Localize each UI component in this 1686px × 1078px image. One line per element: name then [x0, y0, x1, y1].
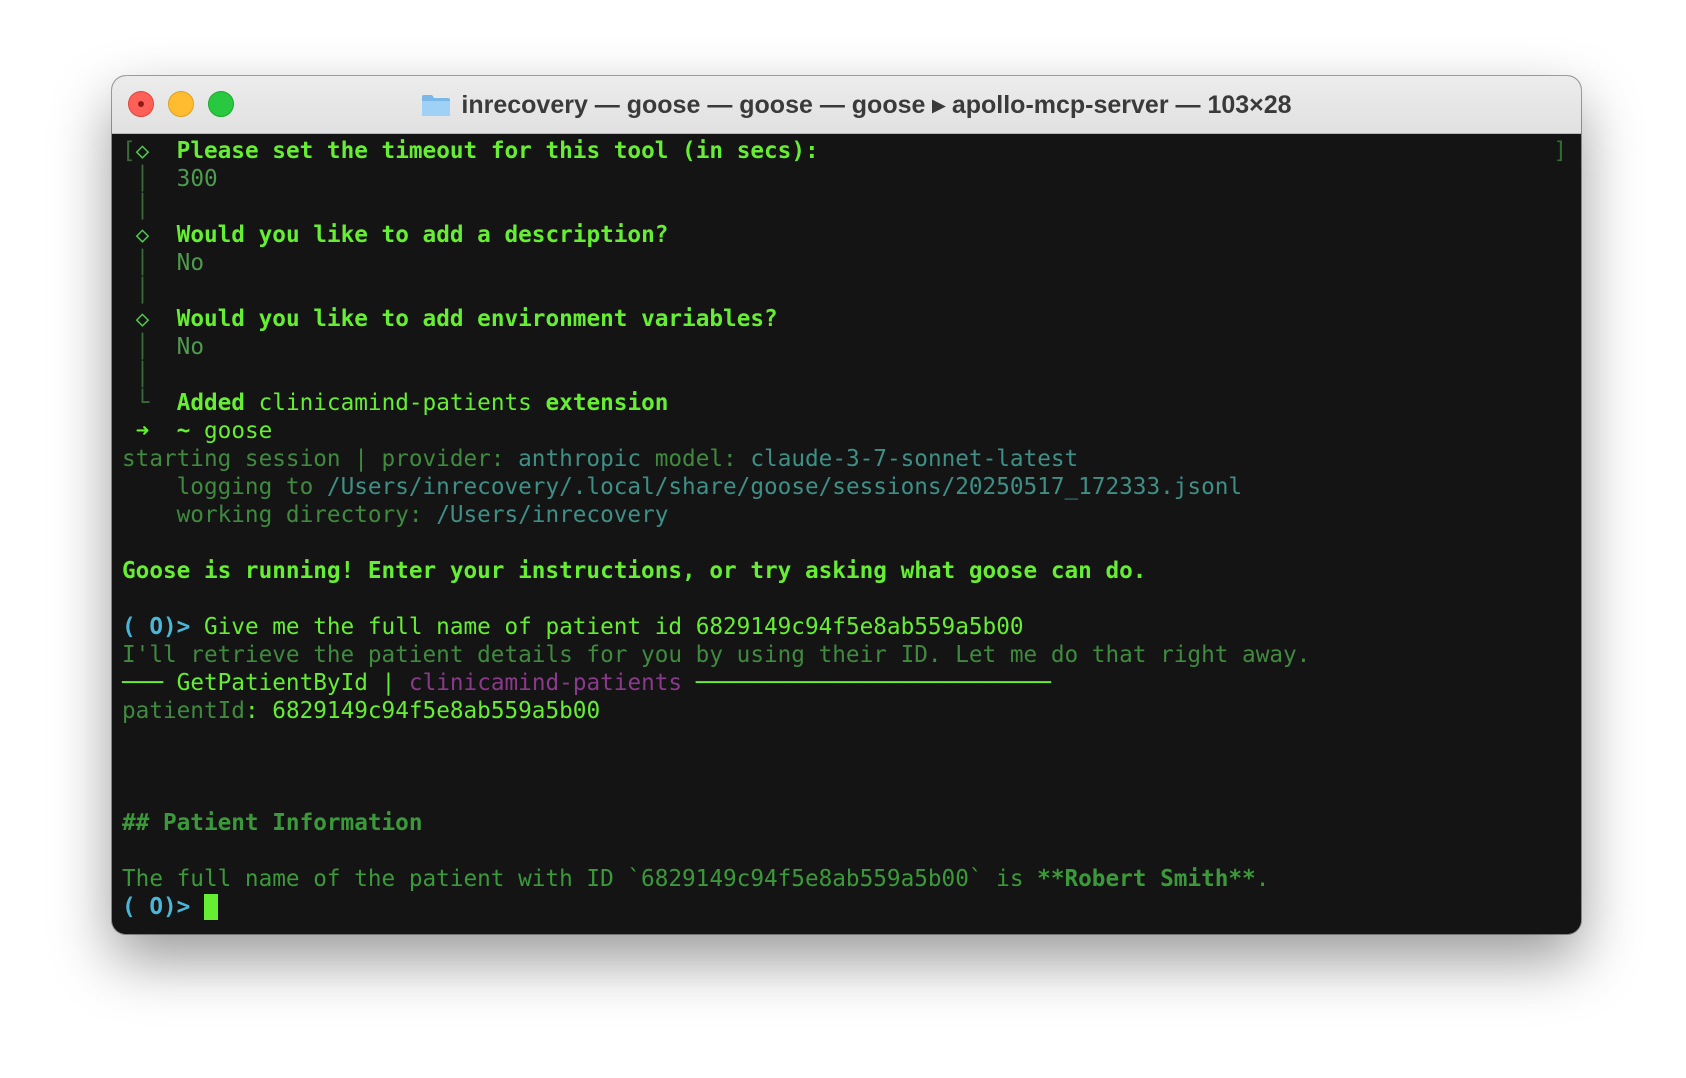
env-answer: No — [176, 334, 204, 360]
terminal-window: inrecovery — goose — goose — goose ▸ apo… — [112, 76, 1581, 934]
extension-name: clinicamind-patients — [258, 390, 532, 416]
param-colon: : — [244, 698, 259, 724]
prompt-timeout-question: [◇ Please set the timeout for this tool … — [122, 137, 1571, 165]
window-title-group: inrecovery — goose — goose — goose ▸ apo… — [421, 90, 1292, 120]
open-bracket: [ — [122, 138, 136, 164]
description-answer: No — [176, 250, 204, 276]
response-period: . — [1255, 866, 1270, 892]
diamond-icon: ◇ — [135, 306, 150, 332]
minimize-icon[interactable] — [168, 91, 194, 117]
pipe-glyph: │ — [135, 334, 150, 360]
description-answer-row: │ No — [122, 249, 1571, 277]
assistant-intro-text: I'll retrieve the patient details for yo… — [122, 642, 1311, 668]
spacer-row: │ — [122, 193, 1571, 221]
session-model: claude-3-7-sonnet-latest — [750, 446, 1079, 472]
title-bar: inrecovery — goose — goose — goose ▸ apo… — [112, 76, 1581, 134]
assistant-intro-row: I'll retrieve the patient details for yo… — [122, 641, 1571, 669]
user-input-text: Give me the full name of patient id 6829… — [203, 614, 1024, 640]
session-workdir-row: working directory: /Users/inrecovery — [122, 501, 1571, 529]
prompt-env-question: ◇ Would you like to add environment vari… — [122, 305, 1571, 333]
arrow-icon: ➜ — [135, 418, 150, 444]
pipe-glyph: │ — [135, 194, 150, 220]
workdir-path: /Users/inrecovery — [436, 502, 669, 528]
session-start-row: starting session | provider: anthropic m… — [122, 445, 1571, 473]
logging-path: /Users/inrecovery/.local/share/goose/ses… — [326, 474, 1243, 500]
pipe-glyph: │ — [135, 278, 150, 304]
response-patient-name: **Robert Smith** — [1037, 866, 1256, 892]
tool-extension-name: clinicamind-patients — [408, 670, 683, 696]
shell-path: ~ — [176, 418, 191, 444]
session-logging-row: logging to /Users/inrecovery/.local/shar… — [122, 473, 1571, 501]
tool-rule-lead: ─── — [122, 670, 163, 696]
prompt-description-question: ◇ Would you like to add a description? — [122, 221, 1571, 249]
tool-rule-tail: ────────────────────────── — [695, 670, 1051, 696]
timeout-answer-row: │ 300 — [122, 165, 1571, 193]
tool-call-header-row: ─── GetPatientById | clinicamind-patient… — [122, 669, 1571, 697]
maximize-icon[interactable] — [208, 91, 234, 117]
response-answer-row: The full name of the patient with ID `68… — [122, 865, 1571, 893]
model-label: model: — [654, 446, 737, 472]
env-answer-row: │ No — [122, 333, 1571, 361]
added-label: Added — [176, 390, 245, 416]
session-start-label: starting session | provider: — [122, 446, 505, 472]
folder-icon — [421, 93, 451, 117]
diamond-icon: ◇ — [135, 138, 150, 164]
pipe-glyph: │ — [135, 166, 150, 192]
running-message-row: Goose is running! Enter your instruction… — [122, 557, 1571, 585]
diamond-icon: ◇ — [135, 222, 150, 248]
window-title: inrecovery — goose — goose — goose ▸ apo… — [461, 90, 1292, 119]
session-provider: anthropic — [518, 446, 642, 472]
pipe-glyph: │ — [135, 362, 150, 388]
tool-name: GetPatientById — [176, 670, 368, 696]
extension-label: extension — [545, 390, 669, 416]
param-value: 6829149c94f5e8ab559a5b00 — [272, 698, 601, 724]
close-icon[interactable] — [128, 91, 154, 117]
logging-label: logging to — [176, 474, 314, 500]
goose-prompt-symbol: ( O)> — [122, 894, 191, 920]
terminal-output[interactable]: [◇ Please set the timeout for this tool … — [112, 134, 1581, 934]
pipe-glyph: │ — [135, 250, 150, 276]
user-input-row: ( O)> Give me the full name of patient i… — [122, 613, 1571, 641]
cursor-block[interactable] — [203, 894, 218, 920]
response-heading: ## Patient Information — [122, 810, 423, 836]
workdir-label: working directory: — [176, 502, 423, 528]
corner-glyph: └ — [135, 390, 150, 416]
shell-prompt-row: ➜ ~ goose — [122, 417, 1571, 445]
spacer-row: │ — [122, 277, 1571, 305]
input-prompt-row[interactable]: ( O)> — [122, 893, 1571, 921]
shell-command: goose — [204, 418, 273, 444]
param-key: patientId — [122, 698, 245, 724]
running-message: Goose is running! Enter your instruction… — [122, 558, 1147, 584]
goose-prompt-symbol: ( O)> — [122, 614, 191, 640]
description-question: Would you like to add a description? — [176, 222, 669, 248]
response-answer-text: The full name of the patient with ID `68… — [122, 866, 1038, 892]
spacer-row: │ — [122, 361, 1571, 389]
response-heading-row: ## Patient Information — [122, 809, 1571, 837]
env-question: Would you like to add environment variab… — [176, 306, 778, 332]
tool-separator: | — [381, 670, 396, 696]
close-bracket: ] — [1553, 138, 1567, 164]
timeout-question: Please set the timeout for this tool (in… — [176, 138, 819, 164]
tool-param-row: patientId: 6829149c94f5e8ab559a5b00 — [122, 697, 1571, 725]
timeout-answer: 300 — [176, 166, 218, 192]
extension-added-row: └ Added clinicamind-patients extension — [122, 389, 1571, 417]
